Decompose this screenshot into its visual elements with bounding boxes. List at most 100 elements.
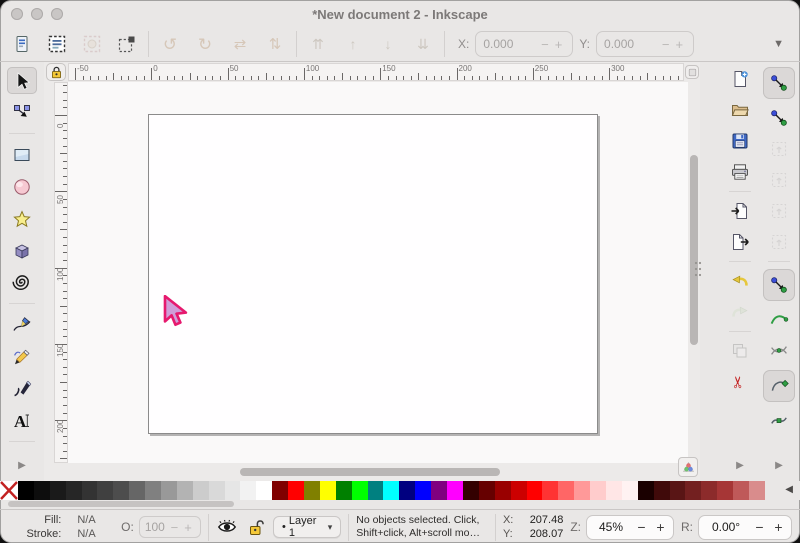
zoom-decrease-button[interactable]: − (632, 519, 651, 535)
close-button[interactable] (11, 8, 23, 20)
color-swatch[interactable] (685, 481, 702, 500)
snap-enable-button[interactable] (763, 67, 795, 99)
decrement-button[interactable]: − (538, 37, 552, 52)
color-swatch[interactable] (526, 481, 543, 500)
color-swatch[interactable] (351, 481, 368, 500)
rotation-spinbox[interactable]: 0.00° − + (698, 514, 793, 540)
expand-arrow[interactable]: ▶ (775, 461, 783, 471)
x-spinbox[interactable]: 0.000 − + (475, 31, 574, 57)
select-all-layers-button[interactable] (45, 32, 69, 56)
lock-guides-button[interactable] (46, 63, 66, 81)
zoom-spinbox[interactable]: 45% − + (586, 514, 675, 540)
print-document-button[interactable] (727, 160, 753, 184)
color-swatch[interactable] (383, 481, 400, 500)
text-tool-button[interactable]: A (7, 407, 37, 434)
zoom-increase-button[interactable]: + (651, 519, 670, 535)
color-swatch[interactable] (33, 481, 50, 500)
palette-scrollbar[interactable] (8, 501, 234, 507)
rotate-ccw-button[interactable]: ↺ (158, 32, 182, 56)
color-swatch[interactable] (510, 481, 527, 500)
star-tool-button[interactable] (7, 205, 37, 232)
lower-to-bottom-button[interactable]: ⇊ (411, 32, 435, 56)
selection-bbox-button[interactable] (115, 32, 139, 56)
snap-bbox-edge-midpoints-button[interactable] (766, 199, 792, 223)
import-image-button[interactable] (727, 199, 753, 223)
color-swatch[interactable] (304, 481, 320, 500)
page[interactable] (148, 114, 598, 434)
color-swatch[interactable] (605, 481, 622, 500)
snap-nodes-button[interactable] (763, 269, 795, 301)
palette-scroll-left-button[interactable]: ◀ (785, 485, 793, 495)
color-swatch[interactable] (97, 481, 114, 500)
opacity-spinbox[interactable]: 100 − + (138, 516, 201, 538)
node-tool-button[interactable] (7, 99, 37, 126)
maximize-button[interactable] (51, 8, 63, 20)
color-swatch[interactable] (590, 481, 606, 500)
export-image-button[interactable] (727, 230, 753, 254)
color-swatch[interactable] (49, 481, 66, 500)
no-color-swatch[interactable] (0, 481, 18, 500)
titlebar[interactable]: *New document 2 - Inkscape (0, 0, 800, 27)
horizontal-ruler[interactable]: -50 0 50 100 150 200 250 300 (68, 63, 684, 81)
color-swatch[interactable] (192, 481, 209, 500)
color-swatch[interactable] (367, 481, 384, 500)
color-managed-display-button[interactable] (678, 457, 698, 477)
lower-button[interactable]: ↓ (376, 32, 400, 56)
color-swatch[interactable] (637, 481, 654, 500)
snap-bounding-box-button[interactable] (766, 106, 792, 130)
snap-to-paths-button[interactable] (766, 308, 792, 332)
snap-cusp-nodes-button[interactable] (763, 370, 795, 402)
minimize-button[interactable] (31, 8, 43, 20)
pen-tool-button[interactable] (7, 311, 37, 338)
color-swatch[interactable] (447, 481, 463, 500)
color-swatch[interactable] (240, 481, 257, 500)
expand-arrow[interactable]: ▶ (18, 461, 26, 471)
color-swatch[interactable] (542, 481, 559, 500)
snap-bbox-centers-button[interactable] (766, 230, 792, 254)
rectangle-tool-button[interactable] (7, 141, 37, 168)
rotation-decrease-button[interactable]: − (750, 519, 769, 535)
increment-button[interactable]: + (552, 37, 566, 52)
color-swatch[interactable] (145, 481, 162, 500)
raise-to-top-button[interactable]: ⇈ (306, 32, 330, 56)
box3d-tool-button[interactable] (7, 237, 37, 264)
selector-tool-button[interactable] (7, 67, 37, 94)
rotate-cw-button[interactable]: ↻ (193, 32, 217, 56)
ellipse-tool-button[interactable] (7, 173, 37, 200)
open-document-button[interactable] (727, 98, 753, 122)
vertical-scrollbar[interactable] (690, 155, 698, 345)
color-swatch[interactable] (224, 481, 241, 500)
redo-button[interactable] (727, 300, 753, 324)
color-swatch[interactable] (65, 481, 82, 500)
color-swatch[interactable] (621, 481, 638, 500)
expand-arrow[interactable]: ▶ (736, 461, 744, 471)
undo-button[interactable] (727, 269, 753, 293)
vertical-ruler[interactable]: 0 50 100 150 200 (54, 82, 68, 463)
raise-button[interactable]: ↑ (341, 32, 365, 56)
layer-selector[interactable]: • Layer 1 ▾ (273, 515, 342, 539)
color-swatch[interactable] (701, 481, 718, 500)
layer-lock-button[interactable] (244, 517, 266, 537)
select-all-button[interactable] (10, 32, 34, 56)
color-swatch[interactable] (272, 481, 289, 500)
color-swatch[interactable] (574, 481, 591, 500)
color-swatch[interactable] (653, 481, 670, 500)
palette-scrollbar-track[interactable] (0, 500, 800, 509)
color-swatch[interactable] (319, 481, 336, 500)
horizontal-scrollbar[interactable] (240, 468, 500, 476)
color-swatch[interactable] (256, 481, 273, 500)
new-document-button[interactable] (727, 67, 753, 91)
color-swatch[interactable] (494, 481, 511, 500)
snap-bbox-corners-button[interactable] (766, 168, 792, 192)
canvas[interactable] (68, 82, 688, 463)
color-swatch[interactable] (478, 481, 495, 500)
color-swatch[interactable] (462, 481, 479, 500)
deselect-button[interactable] (80, 32, 104, 56)
cut-button[interactable]: ✂ (727, 370, 753, 394)
calligraphy-tool-button[interactable] (7, 375, 37, 402)
color-swatch[interactable] (669, 481, 686, 500)
flip-horizontal-button[interactable]: ⇄ (228, 32, 252, 56)
color-swatch[interactable] (18, 481, 34, 500)
pencil-tool-button[interactable] (7, 343, 37, 370)
color-swatch[interactable] (415, 481, 432, 500)
